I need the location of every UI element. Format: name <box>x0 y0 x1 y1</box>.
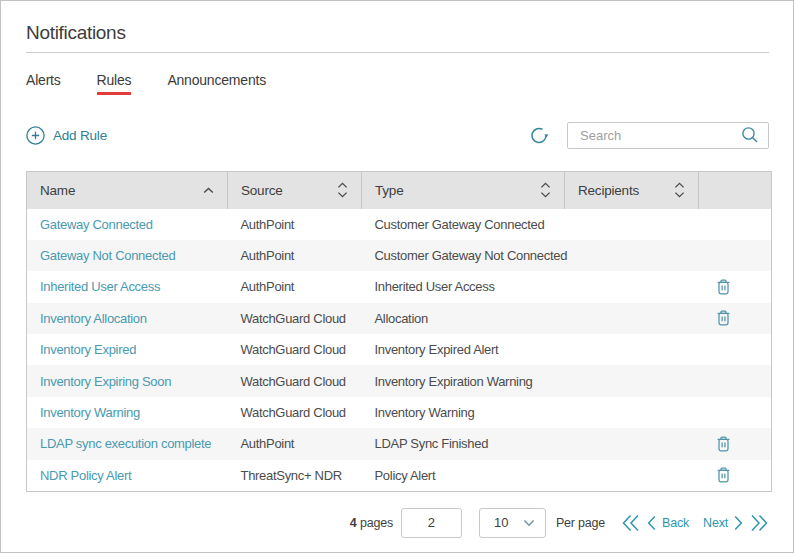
rule-type: LDAP Sync Finished <box>362 428 565 459</box>
rule-actions <box>699 209 772 240</box>
first-page-icon[interactable] <box>621 514 640 532</box>
column-header-source[interactable]: Source <box>228 172 362 209</box>
table-header-row: Name Source Type Recipients <box>27 172 772 209</box>
prev-page-icon[interactable] <box>646 515 657 531</box>
chevron-down-icon <box>523 519 535 527</box>
rule-actions <box>699 334 772 365</box>
sort-both-icon <box>337 182 348 198</box>
rule-type: Inventory Warning <box>362 397 565 428</box>
sort-asc-icon <box>203 187 214 194</box>
column-header-actions <box>699 172 772 209</box>
tab-bar: Alerts Rules Announcements <box>26 72 769 95</box>
column-header-name[interactable]: Name <box>27 172 228 209</box>
rule-type: Inventory Expired Alert <box>362 334 565 365</box>
rule-name-link[interactable]: Inventory Expired <box>27 334 228 365</box>
delete-rule-icon[interactable] <box>715 466 732 484</box>
table-row: Inventory ExpiredWatchGuard CloudInvento… <box>27 334 772 365</box>
tab-alerts[interactable]: Alerts <box>26 72 61 95</box>
rule-actions <box>699 460 772 491</box>
rule-type: Inherited User Access <box>362 271 565 302</box>
rule-name-link[interactable]: Gateway Not Connected <box>27 240 228 271</box>
rules-table: Name Source Type Recipients Gateway Conn… <box>26 171 772 492</box>
rule-recipients <box>565 460 699 491</box>
rule-actions <box>699 303 772 334</box>
search-input[interactable] <box>580 128 741 143</box>
rule-name-link[interactable]: NDR Policy Alert <box>27 460 228 491</box>
table-row: NDR Policy AlertThreatSync+ NDRPolicy Al… <box>27 460 772 491</box>
sort-both-icon <box>674 182 685 198</box>
table-row: Inherited User AccessAuthPointInherited … <box>27 271 772 302</box>
rule-name-link[interactable]: LDAP sync execution complete <box>27 428 228 459</box>
rule-recipients <box>565 240 699 271</box>
rule-source: WatchGuard Cloud <box>228 303 362 334</box>
table-row: Inventory WarningWatchGuard CloudInvento… <box>27 397 772 428</box>
delete-rule-icon[interactable] <box>715 435 732 453</box>
rule-source: ThreatSync+ NDR <box>228 460 362 491</box>
column-header-recipients[interactable]: Recipients <box>565 172 699 209</box>
rule-type: Inventory Expiration Warning <box>362 365 565 396</box>
sort-both-icon <box>540 182 551 198</box>
rule-name-link[interactable]: Gateway Connected <box>27 209 228 240</box>
table-row: Inventory AllocationWatchGuard CloudAllo… <box>27 303 772 334</box>
rule-source: AuthPoint <box>228 428 362 459</box>
add-rule-button[interactable]: Add Rule <box>26 126 107 145</box>
rule-actions <box>699 428 772 459</box>
rule-name-link[interactable]: Inherited User Access <box>27 271 228 302</box>
per-page-select[interactable]: 10 <box>479 508 546 538</box>
table-row: Gateway ConnectedAuthPointCustomer Gatew… <box>27 209 772 240</box>
rule-source: AuthPoint <box>228 271 362 302</box>
pagination-nav: Back Next <box>621 514 769 532</box>
pages-count-label: 4 pages <box>350 516 393 530</box>
rule-recipients <box>565 397 699 428</box>
table-row: Inventory Expiring SoonWatchGuard CloudI… <box>27 365 772 396</box>
rule-type: Allocation <box>362 303 565 334</box>
rule-actions <box>699 397 772 428</box>
rule-source: WatchGuard Cloud <box>228 334 362 365</box>
search-box <box>567 122 769 149</box>
refresh-icon[interactable] <box>529 125 549 145</box>
rule-recipients <box>565 365 699 396</box>
rule-name-link[interactable]: Inventory Expiring Soon <box>27 365 228 396</box>
current-page-input[interactable] <box>401 508 462 538</box>
rule-actions <box>699 365 772 396</box>
delete-rule-icon[interactable] <box>715 278 732 296</box>
delete-rule-icon[interactable] <box>715 309 732 327</box>
last-page-icon[interactable] <box>750 514 769 532</box>
rule-source: WatchGuard Cloud <box>228 365 362 396</box>
rule-source: AuthPoint <box>228 240 362 271</box>
notifications-page: Notifications Alerts Rules Announcements… <box>0 0 794 553</box>
plus-circle-icon <box>26 126 45 145</box>
table-row: LDAP sync execution completeAuthPointLDA… <box>27 428 772 459</box>
rule-actions <box>699 240 772 271</box>
rule-name-link[interactable]: Inventory Warning <box>27 397 228 428</box>
next-page-icon[interactable] <box>733 515 744 531</box>
rule-source: WatchGuard Cloud <box>228 397 362 428</box>
rule-type: Policy Alert <box>362 460 565 491</box>
tab-rules[interactable]: Rules <box>97 72 132 95</box>
back-link[interactable]: Back <box>662 516 689 530</box>
column-header-type[interactable]: Type <box>362 172 565 209</box>
title-divider <box>26 52 769 53</box>
rule-recipients <box>565 303 699 334</box>
toolbar: Add Rule <box>26 121 769 149</box>
search-icon[interactable] <box>741 126 759 144</box>
rule-recipients <box>565 428 699 459</box>
page-title: Notifications <box>26 22 769 44</box>
pagination-bar: 4 pages 10 Per page Back Next <box>26 508 769 538</box>
rule-name-link[interactable]: Inventory Allocation <box>27 303 228 334</box>
per-page-label: Per page <box>556 516 605 530</box>
rule-type: Customer Gateway Connected <box>362 209 565 240</box>
rule-actions <box>699 271 772 302</box>
next-link[interactable]: Next <box>703 516 728 530</box>
rule-recipients <box>565 271 699 302</box>
rule-source: AuthPoint <box>228 209 362 240</box>
add-rule-label: Add Rule <box>53 128 107 143</box>
rule-recipients <box>565 209 699 240</box>
rule-type: Customer Gateway Not Connected <box>362 240 565 271</box>
tab-announcements[interactable]: Announcements <box>167 72 266 95</box>
rule-recipients <box>565 334 699 365</box>
table-row: Gateway Not ConnectedAuthPointCustomer G… <box>27 240 772 271</box>
